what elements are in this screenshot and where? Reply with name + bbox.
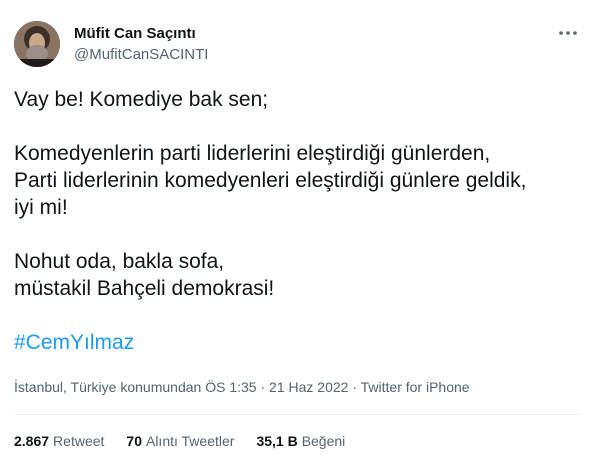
tweet-text-line: iyi mi!	[14, 196, 68, 219]
tweet-location: İstanbul, Türkiye konumundan	[14, 379, 202, 395]
tweet-stats: 2.867 Retweet 70 Alıntı Tweetler 35,1 B Beğ…	[14, 433, 367, 449]
hashtag-link[interactable]: #CemYılmaz	[14, 331, 134, 354]
retweets-count: 2.867	[14, 433, 50, 449]
tweet-text-line: Nohut oda, bakla sofa,	[14, 250, 225, 273]
tweet-text-line: müstakil Bahçeli demokrasi!	[14, 277, 275, 300]
quotes-label: Alıntı Tweetler	[145, 433, 235, 449]
tweet-detail: Müfit Can Saçıntı @MufitCanSACINTI Vay b…	[0, 0, 594, 458]
divider	[14, 414, 580, 415]
avatar-image	[14, 21, 60, 67]
quotes-count: 70	[126, 433, 142, 449]
retweets-label: Retweet	[53, 433, 105, 449]
likes-count: 35,1 B	[256, 433, 298, 449]
tweet-text: Vay be! Komediye bak sen; Komedyenlerin …	[14, 86, 584, 356]
tweet-metadata: İstanbul, Türkiye konumundan ÖS 1:35 · 2…	[14, 379, 470, 395]
retweets-stat[interactable]: 2.867 Retweet	[14, 433, 104, 449]
tweet-text-line: Komedyenlerin parti liderlerini eleştird…	[14, 142, 491, 165]
meta-separator: ·	[352, 379, 357, 395]
more-horizontal-icon	[559, 31, 577, 35]
meta-separator: ·	[260, 379, 266, 395]
author-display-name[interactable]: Müfit Can Saçıntı	[74, 25, 196, 42]
tweet-text-line: Vay be! Komediye bak sen;	[14, 88, 269, 111]
avatar[interactable]	[14, 21, 60, 67]
more-options-button[interactable]	[552, 20, 584, 46]
quote-tweets-stat[interactable]: 70 Alıntı Tweetler	[126, 433, 234, 449]
tweet-date-link[interactable]: 21 Haz 2022	[269, 379, 348, 395]
author-handle[interactable]: @MufitCanSACINTI	[74, 46, 208, 63]
tweet-source-link[interactable]: Twitter for iPhone	[361, 379, 470, 395]
tweet-time-link[interactable]: ÖS 1:35	[205, 379, 256, 395]
likes-stat[interactable]: 35,1 B Beğeni	[256, 433, 345, 449]
tweet-text-line: Parti liderlerinin komedyenleri eleştird…	[14, 169, 527, 192]
likes-label: Beğeni	[301, 433, 346, 449]
